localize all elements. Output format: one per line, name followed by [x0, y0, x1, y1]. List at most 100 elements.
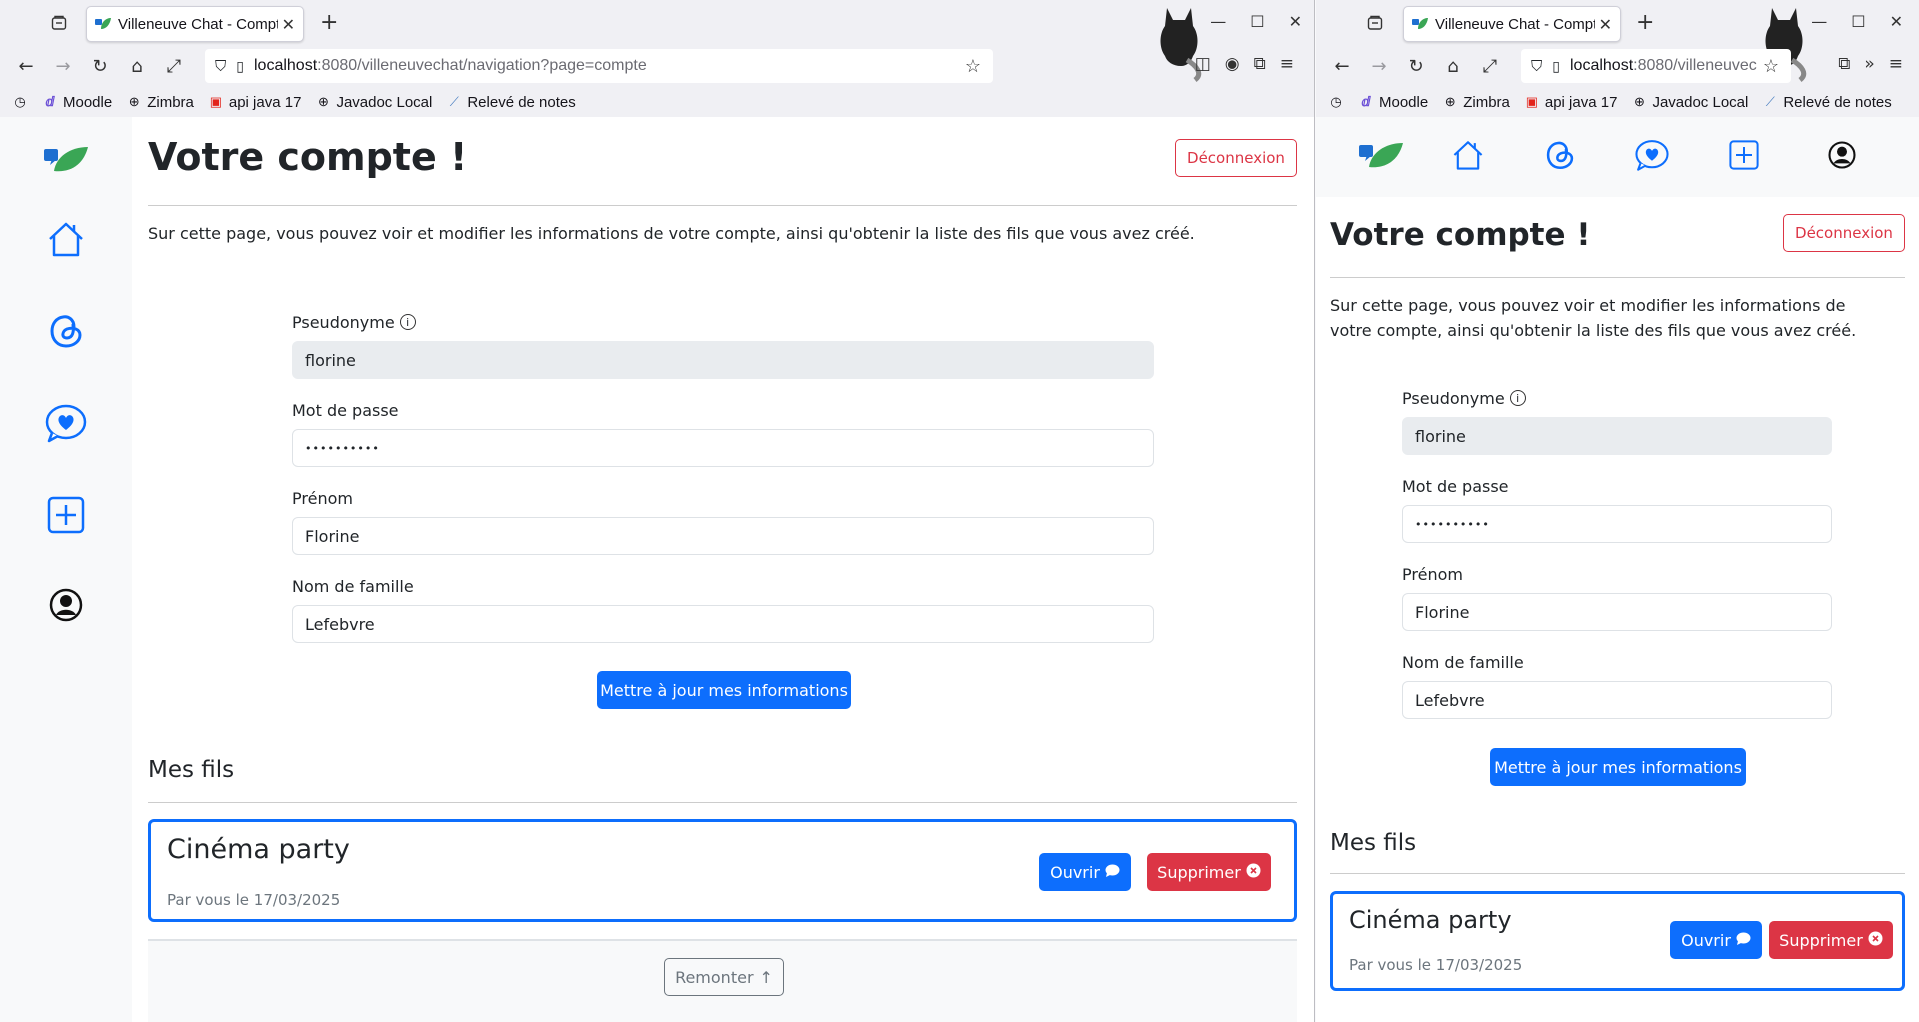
update-info-button[interactable]: Mettre à jour mes informations: [597, 671, 851, 709]
firstname-input[interactable]: Florine: [1402, 593, 1832, 631]
password-input[interactable]: ••••••••••: [292, 429, 1154, 467]
main-content: Votre compte ! Déconnexion Sur cette pag…: [1330, 197, 1905, 1022]
new-tab-icon[interactable]: +: [1636, 10, 1654, 35]
password-input[interactable]: ••••••••••: [1402, 505, 1832, 543]
browser-tab[interactable]: Villeneuve Chat - Compt ✕: [1403, 6, 1621, 42]
threads-nav-icon[interactable]: [1540, 135, 1580, 175]
back-to-top-button[interactable]: Remonter ↑: [664, 958, 784, 996]
account-nav-icon[interactable]: [44, 583, 88, 627]
reload-icon[interactable]: ↻: [1402, 52, 1430, 80]
page-content: Votre compte ! Déconnexion Sur cette pag…: [0, 117, 1314, 1022]
logo-icon[interactable]: [1358, 135, 1404, 175]
minimize-icon[interactable]: —: [1210, 12, 1226, 31]
bookmark-moodle[interactable]: ⅆ Moodle: [1358, 94, 1428, 111]
info-icon[interactable]: i: [1509, 390, 1526, 406]
menu-icon[interactable]: ≡: [1889, 54, 1903, 74]
logo-icon[interactable]: [44, 137, 88, 181]
browser-chrome: Villeneuve Chat - Compt ✕ + — ☐ ✕ ← → ↻ …: [1316, 0, 1919, 118]
back-icon[interactable]: ←: [12, 52, 40, 80]
home-nav-icon[interactable]: [44, 217, 88, 261]
extensions-icon[interactable]: ⧉: [1254, 54, 1266, 74]
tab-bar: Villeneuve Chat - Compt ✕ + — ☐ ✕: [0, 0, 1314, 82]
tab-list-icon[interactable]: [46, 10, 72, 36]
forward-icon[interactable]: →: [49, 52, 77, 80]
threads-heading: Mes fils: [1330, 830, 1417, 856]
pocket-icon[interactable]: ◫: [1195, 54, 1211, 74]
update-info-button[interactable]: Mettre à jour mes informations: [1490, 748, 1746, 786]
pseudo-label: Pseudonyme i: [292, 311, 1154, 333]
lastname-input[interactable]: Lefebvre: [292, 605, 1154, 643]
threads-divider: [1330, 873, 1905, 874]
url-path: :8080/villeneuvechat/navigation?page=com…: [317, 57, 647, 74]
bookmark-moodle[interactable]: ⅆ Moodle: [42, 94, 112, 111]
add-nav-icon[interactable]: [1724, 135, 1764, 175]
browser-tab[interactable]: Villeneuve Chat - Compt ✕: [86, 6, 304, 42]
shield-icon[interactable]: ⛉: [215, 58, 226, 75]
tab-title: Villeneuve Chat - Compt: [118, 15, 278, 33]
open-thread-button[interactable]: Ouvrir: [1039, 853, 1131, 891]
bookmark-releve[interactable]: ⟋ Relevé de notes: [1762, 94, 1892, 111]
logout-button[interactable]: Déconnexion: [1175, 139, 1297, 177]
oracle-icon: ▣: [1525, 94, 1539, 109]
account-icon[interactable]: ◉: [1225, 54, 1240, 74]
close-tab-icon[interactable]: ✕: [1599, 15, 1612, 34]
browser-chrome: Villeneuve Chat - Compt ✕ + — ☐ ✕ ← → ↻ …: [0, 0, 1314, 118]
history-icon[interactable]: ◷: [1328, 94, 1344, 110]
bookmark-javadoc[interactable]: ⊕ Javadoc Local: [315, 94, 432, 111]
shield-icon[interactable]: ⛉: [1531, 58, 1542, 75]
expand-icon[interactable]: ⤢: [1476, 52, 1504, 80]
bookmark-star-icon[interactable]: ☆: [1763, 56, 1779, 77]
threads-divider: [148, 802, 1297, 803]
delete-thread-button[interactable]: Supprimer: [1769, 921, 1893, 959]
tab-list-icon[interactable]: [1362, 10, 1388, 36]
delete-thread-button[interactable]: Supprimer: [1147, 853, 1271, 891]
threads-nav-icon[interactable]: [44, 309, 88, 353]
home-icon[interactable]: ⌂: [123, 52, 151, 80]
maximize-icon[interactable]: ☐: [1851, 12, 1865, 31]
bookmark-javadoc[interactable]: ⊕ Javadoc Local: [1631, 94, 1748, 111]
account-form: Pseudonyme i florine Mot de passe ••••••…: [292, 311, 1154, 663]
back-icon[interactable]: ←: [1328, 52, 1356, 80]
add-nav-icon[interactable]: [44, 493, 88, 537]
overflow-icon[interactable]: »: [1864, 54, 1874, 74]
firstname-input[interactable]: Florine: [292, 517, 1154, 555]
info-icon[interactable]: i: [399, 314, 416, 330]
expand-icon[interactable]: ⤢: [160, 52, 188, 80]
logout-button[interactable]: Déconnexion: [1783, 214, 1905, 252]
lastname-input[interactable]: Lefebvre: [1402, 681, 1832, 719]
window-controls: — ☐ ✕: [1811, 12, 1903, 31]
account-nav-icon[interactable]: [1822, 135, 1862, 175]
chat-heart-nav-icon[interactable]: [44, 401, 88, 445]
page-title: Votre compte !: [1330, 217, 1591, 253]
home-nav-icon[interactable]: [1448, 135, 1488, 175]
url-bar[interactable]: ⛉ ▯ localhost :8080/villeneuvec ☆: [1521, 49, 1791, 83]
minimize-icon[interactable]: —: [1811, 12, 1827, 31]
bookmark-api-java[interactable]: ▣ api java 17: [208, 94, 302, 111]
bookmark-api-java[interactable]: ▣ api java 17: [1524, 94, 1618, 111]
menu-icon[interactable]: ≡: [1280, 54, 1294, 74]
close-window-icon[interactable]: ✕: [1289, 12, 1302, 31]
forward-icon[interactable]: →: [1365, 52, 1393, 80]
footer-bar: Remonter ↑: [148, 939, 1297, 1022]
moodle-icon: ⅆ: [45, 94, 55, 109]
chat-heart-nav-icon[interactable]: [1632, 135, 1672, 175]
main-content: Votre compte ! Déconnexion Sur cette pag…: [148, 117, 1297, 1022]
thread-meta: Par vous le 17/03/2025: [1349, 956, 1523, 974]
close-window-icon[interactable]: ✕: [1890, 12, 1903, 31]
history-icon[interactable]: ◷: [12, 94, 28, 110]
account-form: Pseudonyme i florine Mot de passe ••••••…: [1402, 387, 1832, 739]
url-bar[interactable]: ⛉ ▯ localhost :8080/villeneuvechat/navig…: [205, 49, 993, 83]
maximize-icon[interactable]: ☐: [1250, 12, 1264, 31]
bookmark-zimbra[interactable]: ⊕ Zimbra: [1442, 94, 1510, 111]
home-icon[interactable]: ⌂: [1439, 52, 1467, 80]
bookmark-releve[interactable]: ⟋ Relevé de notes: [446, 94, 576, 111]
open-thread-button[interactable]: Ouvrir: [1670, 921, 1762, 959]
extensions-icon[interactable]: ⧉: [1838, 54, 1850, 74]
globe-icon: ⊕: [1633, 94, 1645, 109]
reload-icon[interactable]: ↻: [86, 52, 114, 80]
bookmark-star-icon[interactable]: ☆: [965, 56, 981, 77]
close-tab-icon[interactable]: ✕: [282, 15, 295, 34]
bookmarks-bar: ◷ ⅆ Moodle ⊕ Zimbra ▣ api java 17 ⊕ Javadoc …: [1316, 87, 1919, 117]
new-tab-icon[interactable]: +: [320, 10, 338, 35]
bookmark-zimbra[interactable]: ⊕ Zimbra: [126, 94, 194, 111]
